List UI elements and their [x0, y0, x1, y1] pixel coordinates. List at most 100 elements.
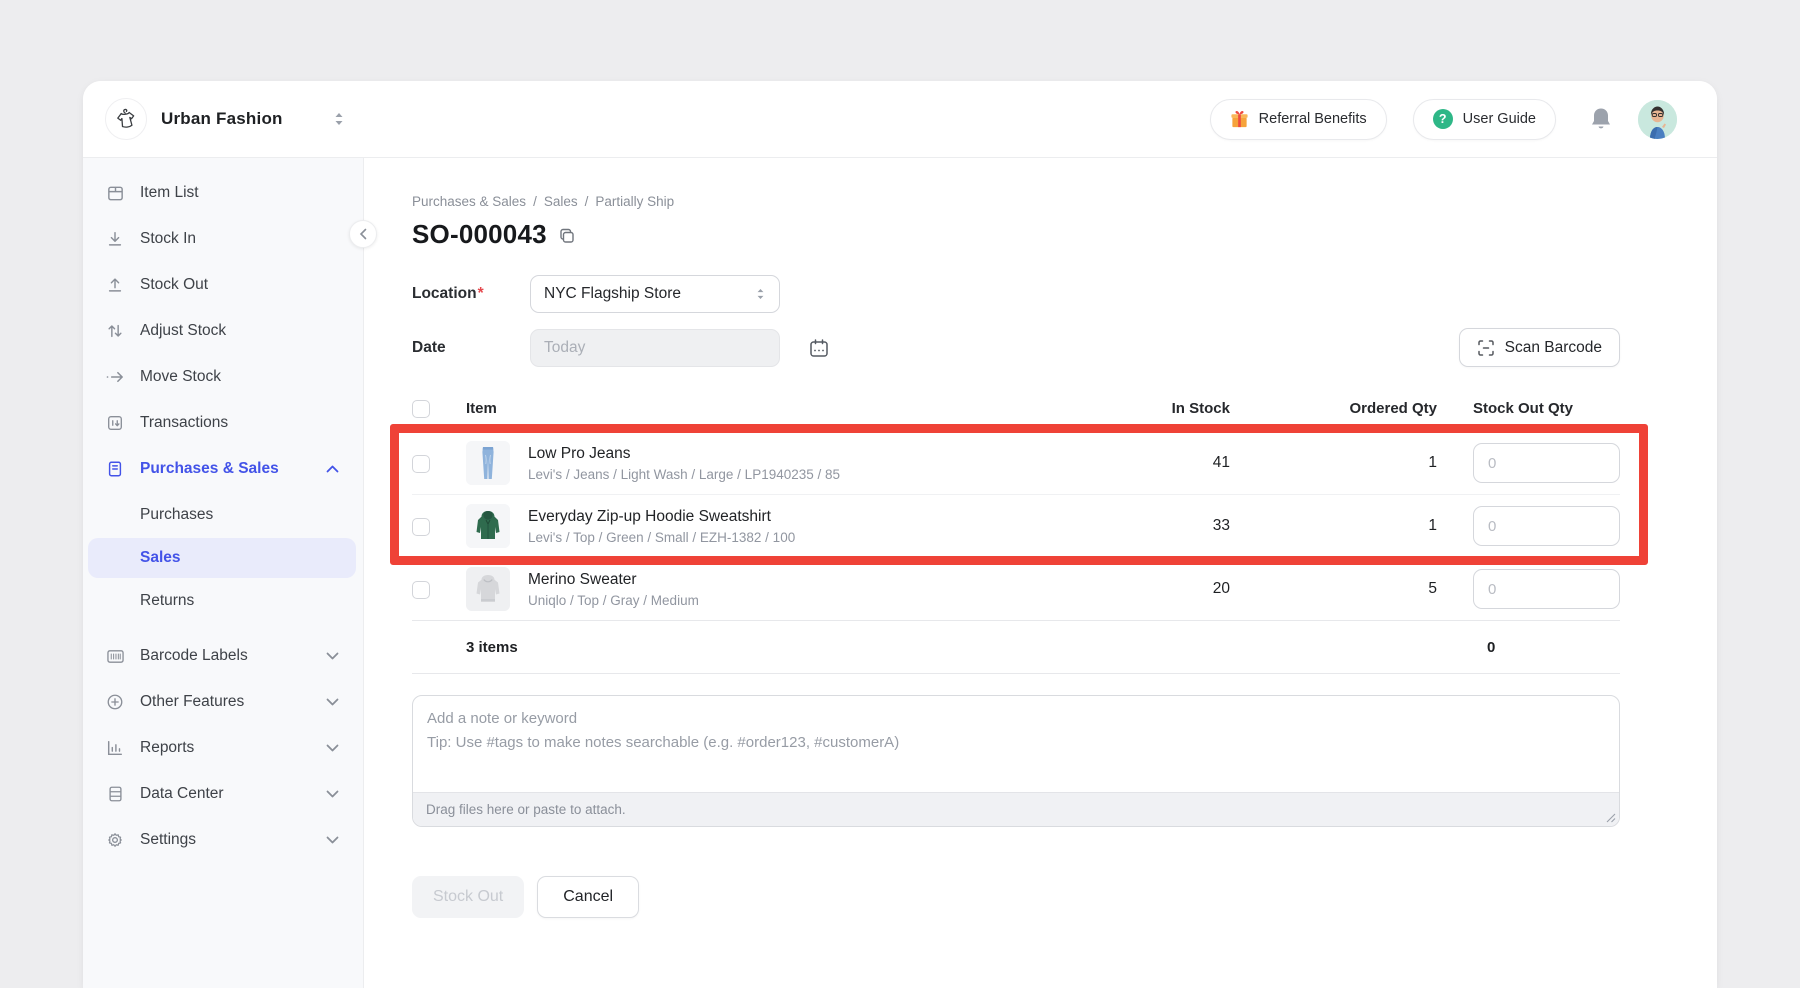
sidebar-collapse-button[interactable]	[349, 220, 377, 248]
select-all-checkbox[interactable]	[412, 400, 430, 418]
items-table-header: Item In Stock Ordered Qty Stock Out Qty	[412, 399, 1620, 418]
header-actions: Referral Benefits ? User Guide	[1210, 99, 1677, 140]
sidebar-subitem-sales[interactable]: Sales	[88, 538, 356, 578]
total-stock-out-qty: 0	[1437, 639, 1620, 656]
download-icon	[105, 229, 125, 249]
ordered-qty-value: 1	[1230, 454, 1437, 472]
avatar[interactable]	[1638, 100, 1677, 139]
sidebar-item-adjust-stock[interactable]: Adjust Stock	[83, 308, 363, 354]
note-placeholder-line1: Add a note or keyword	[427, 707, 1605, 731]
upload-icon	[105, 275, 125, 295]
bar-chart-icon	[105, 738, 125, 758]
breadcrumb-separator: /	[585, 194, 589, 209]
breadcrumb-partially-ship: Partially Ship	[595, 194, 674, 209]
sidebar-item-label: Adjust Stock	[140, 322, 226, 340]
app-window: Urban Fashion Referral Benefits ? User G…	[83, 81, 1717, 988]
note-input[interactable]: Add a note or keyword Tip: Use #tags to …	[413, 696, 1619, 792]
table-summary-row: 3 items 0	[412, 621, 1620, 674]
in-stock-value: 41	[1110, 454, 1230, 472]
resize-handle[interactable]	[1606, 813, 1616, 823]
sidebar-item-barcode-labels[interactable]: Barcode Labels	[83, 633, 363, 679]
item-name: Everyday Zip-up Hoodie Sweatshirt	[528, 508, 795, 526]
location-label: Location*	[412, 285, 530, 303]
stock-out-qty-input[interactable]	[1473, 443, 1620, 483]
attachment-dropzone[interactable]: Drag files here or paste to attach.	[413, 792, 1619, 826]
page-title-row: SO-000043	[412, 219, 1620, 250]
breadcrumb-purchases-sales[interactable]: Purchases & Sales	[412, 194, 526, 209]
stock-out-qty-input[interactable]	[1473, 569, 1620, 609]
sidebar-item-label: Barcode Labels	[140, 647, 248, 665]
sidebar-item-label: Purchases & Sales	[140, 460, 279, 478]
gift-icon	[1230, 110, 1249, 129]
sidebar-item-item-list[interactable]: Item List	[83, 170, 363, 216]
help-icon: ?	[1433, 109, 1453, 129]
circle-plus-icon	[105, 692, 125, 712]
sidebar-item-label: Stock Out	[140, 276, 208, 294]
document-icon	[105, 459, 125, 479]
chevron-up-icon	[326, 465, 339, 473]
breadcrumb-separator: /	[533, 194, 537, 209]
sidebar-item-reports[interactable]: Reports	[83, 725, 363, 771]
referral-benefits-button[interactable]: Referral Benefits	[1210, 99, 1387, 140]
ordered-qty-value: 5	[1230, 580, 1437, 598]
user-guide-label: User Guide	[1463, 111, 1536, 127]
date-label: Date	[412, 339, 530, 357]
chevron-down-icon	[326, 790, 339, 798]
calendar-button[interactable]	[808, 337, 830, 359]
item-name: Low Pro Jeans	[528, 445, 840, 463]
sidebar-item-label: Settings	[140, 831, 196, 849]
sidebar-subitem-label: Returns	[140, 592, 194, 610]
user-guide-button[interactable]: ? User Guide	[1413, 99, 1556, 140]
sidebar: Item List Stock In Stock Out Adjust Stoc…	[83, 158, 364, 988]
sidebar-subitem-returns[interactable]: Returns	[88, 581, 356, 621]
org-switcher-button[interactable]	[333, 112, 345, 126]
sidebar-item-move-stock[interactable]: Move Stock	[83, 354, 363, 400]
sidebar-item-label: Item List	[140, 184, 199, 202]
sidebar-subitem-label: Purchases	[140, 506, 213, 524]
barcode-icon	[105, 646, 125, 666]
location-select[interactable]: NYC Flagship Store	[530, 275, 780, 313]
date-row: Date	[412, 329, 1620, 367]
ordered-qty-value: 1	[1230, 517, 1437, 535]
stock-out-qty-input[interactable]	[1473, 506, 1620, 546]
sidebar-subitem-label: Sales	[140, 549, 181, 567]
attach-hint: Drag files here or paste to attach.	[426, 802, 626, 817]
sidebar-item-stock-out[interactable]: Stock Out	[83, 262, 363, 308]
sidebar-item-transactions[interactable]: Transactions	[83, 400, 363, 446]
chevron-down-icon	[326, 836, 339, 844]
sidebar-item-label: Other Features	[140, 693, 244, 711]
sidebar-item-stock-in[interactable]: Stock In	[83, 216, 363, 262]
product-thumbnail-jeans	[466, 441, 510, 485]
sidebar-item-other-features[interactable]: Other Features	[83, 679, 363, 725]
copy-order-number-button[interactable]	[558, 227, 576, 245]
items-count: 3 items	[466, 639, 1110, 656]
location-row: Location* NYC Flagship Store	[412, 275, 1620, 313]
notifications-button[interactable]	[1589, 106, 1613, 132]
date-input[interactable]	[530, 329, 780, 367]
sidebar-item-settings[interactable]: Settings	[83, 817, 363, 863]
scan-barcode-button[interactable]: Scan Barcode	[1459, 328, 1620, 367]
chevron-left-icon	[359, 228, 367, 240]
chevron-down-icon	[326, 652, 339, 660]
stock-out-button[interactable]: Stock Out	[412, 876, 524, 918]
table-row: Everyday Zip-up Hoodie Sweatshirt Levi's…	[412, 495, 1620, 558]
note-box: Add a note or keyword Tip: Use #tags to …	[412, 695, 1620, 827]
in-stock-value: 33	[1110, 517, 1230, 535]
resize-grip-icon	[1606, 813, 1616, 823]
breadcrumb-sales[interactable]: Sales	[544, 194, 578, 209]
column-header-stock-out-qty: Stock Out Qty	[1437, 400, 1620, 417]
form-actions: Stock Out Cancel	[412, 876, 1620, 918]
sidebar-item-data-center[interactable]: Data Center	[83, 771, 363, 817]
purchases-sales-submenu: Purchases Sales Returns	[83, 495, 363, 621]
row-checkbox[interactable]	[412, 581, 430, 599]
referral-benefits-label: Referral Benefits	[1259, 111, 1367, 127]
cancel-button[interactable]: Cancel	[537, 876, 639, 918]
sidebar-subitem-purchases[interactable]: Purchases	[88, 495, 356, 535]
row-checkbox[interactable]	[412, 518, 430, 536]
sidebar-item-label: Data Center	[140, 785, 224, 803]
app-title: Urban Fashion	[161, 109, 283, 129]
bell-icon	[1589, 106, 1613, 132]
row-checkbox[interactable]	[412, 455, 430, 473]
breadcrumb: Purchases & Sales / Sales / Partially Sh…	[412, 194, 1620, 209]
sidebar-item-purchases-sales[interactable]: Purchases & Sales	[83, 446, 363, 492]
